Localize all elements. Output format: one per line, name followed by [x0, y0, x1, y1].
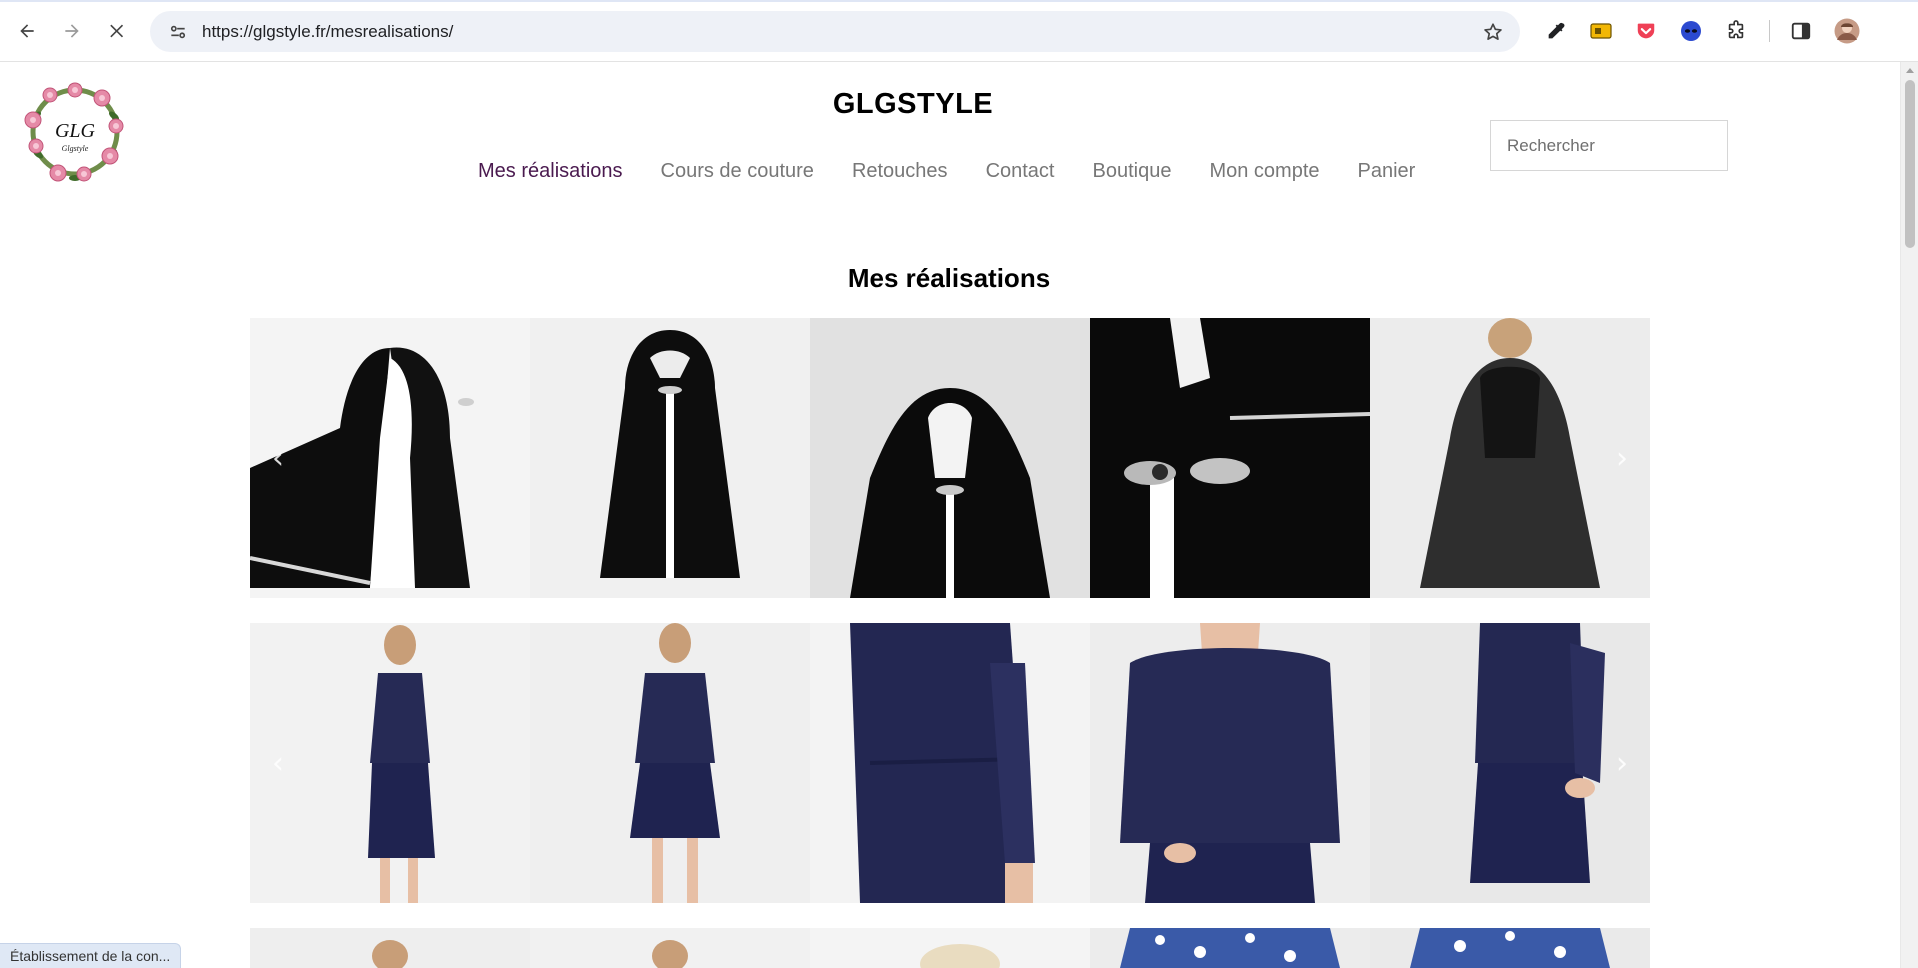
gallery-image[interactable]	[530, 928, 810, 968]
navy-dress-top-detail-photo	[1090, 623, 1370, 903]
floral-photo-2	[530, 928, 810, 968]
gallery-image[interactable]	[1090, 928, 1370, 968]
arrow-right-icon	[65, 24, 79, 38]
gallery-image[interactable]	[1090, 318, 1370, 598]
floral-photo-3	[810, 928, 1090, 968]
gallery-image[interactable]	[250, 928, 530, 968]
web-page: GLG Glgstyle GLGSTYLE Mes réalisations C…	[0, 62, 1900, 968]
gallery-image[interactable]	[810, 623, 1090, 903]
gallery-floral-print	[250, 928, 1650, 968]
nav-item-contact[interactable]: Contact	[986, 160, 1055, 183]
browser-toolbar: https://glgstyle.fr/mesrealisations/	[0, 0, 1918, 62]
status-bar: Établissement de la con...	[0, 943, 182, 968]
page-scrollbar[interactable]	[1900, 62, 1918, 968]
nav-item-panier[interactable]: Panier	[1358, 160, 1416, 183]
toolbar-separator	[1769, 20, 1770, 42]
navy-dress-side-photo	[250, 623, 530, 903]
gallery-black-cape: ‹ ›	[250, 318, 1650, 598]
extensions-puzzle-icon[interactable]	[1723, 18, 1749, 44]
cape-clasp-detail-photo	[1090, 318, 1370, 598]
cape-side-photo	[250, 318, 530, 598]
bookmark-star-icon[interactable]	[1482, 21, 1504, 43]
nav-item-boutique[interactable]: Boutique	[1093, 160, 1172, 183]
page-heading: Mes réalisations	[847, 263, 1051, 293]
gallery-image[interactable]	[530, 318, 810, 598]
side-panel-icon[interactable]	[1788, 18, 1814, 44]
address-bar[interactable]: https://glgstyle.fr/mesrealisations/	[150, 11, 1520, 52]
scroll-up-arrow-icon[interactable]	[1906, 68, 1914, 73]
url-text[interactable]: https://glgstyle.fr/mesrealisations/	[202, 22, 453, 42]
logo-monogram: GLG	[55, 120, 96, 142]
stop-loading-button[interactable]	[99, 13, 135, 49]
navy-dress-sleeve-detail-photo	[810, 623, 1090, 903]
gallery-image[interactable]	[810, 928, 1090, 968]
arrow-left-icon	[20, 24, 34, 38]
logo-subtext: Glgstyle	[62, 144, 89, 153]
gallery-image[interactable]	[530, 623, 810, 903]
search-input[interactable]	[1490, 120, 1728, 171]
gallery-prev-arrow[interactable]: ‹	[264, 746, 292, 781]
gallery-image[interactable]	[250, 318, 530, 598]
gallery-image[interactable]	[1090, 623, 1370, 903]
site-title[interactable]: GLGSTYLE	[0, 88, 1826, 121]
wallet-extension-icon[interactable]	[1588, 18, 1614, 44]
eyedropper-extension-icon[interactable]	[1543, 18, 1569, 44]
floral-photo-1	[250, 928, 530, 968]
floral-photo-4	[1090, 928, 1370, 968]
tab-strip	[0, 0, 1918, 2]
main-navigation: Mes réalisations Cours de couture Retouc…	[478, 160, 1453, 183]
gallery-image[interactable]	[810, 318, 1090, 598]
tune-icon	[170, 25, 186, 38]
close-icon	[110, 24, 124, 38]
pocket-extension-icon[interactable]	[1633, 18, 1659, 44]
alien-extension-icon[interactable]	[1678, 18, 1704, 44]
gallery-image[interactable]	[1370, 928, 1650, 968]
gallery-next-arrow[interactable]: ›	[1608, 441, 1636, 476]
back-button[interactable]	[9, 13, 45, 49]
scrollbar-thumb[interactable]	[1905, 80, 1915, 248]
navy-dress-front-photo	[530, 623, 810, 903]
nav-item-cours-de-couture[interactable]: Cours de couture	[661, 160, 814, 183]
gallery-navy-dress: ‹ ›	[250, 623, 1650, 903]
forward-button[interactable]	[54, 13, 90, 49]
gallery-prev-arrow[interactable]: ‹	[264, 441, 292, 476]
cape-front-photo	[530, 318, 810, 598]
nav-item-mon-compte[interactable]: Mon compte	[1209, 160, 1319, 183]
site-info-button[interactable]	[158, 11, 198, 52]
profile-avatar[interactable]	[1834, 18, 1860, 44]
nav-item-retouches[interactable]: Retouches	[852, 160, 948, 183]
floral-photo-5	[1370, 928, 1650, 968]
cape-hood-detail-photo	[810, 318, 1090, 598]
gallery-next-arrow[interactable]: ›	[1608, 746, 1636, 781]
gallery-image[interactable]	[250, 623, 530, 903]
nav-item-mes-realisations[interactable]: Mes réalisations	[478, 160, 623, 183]
